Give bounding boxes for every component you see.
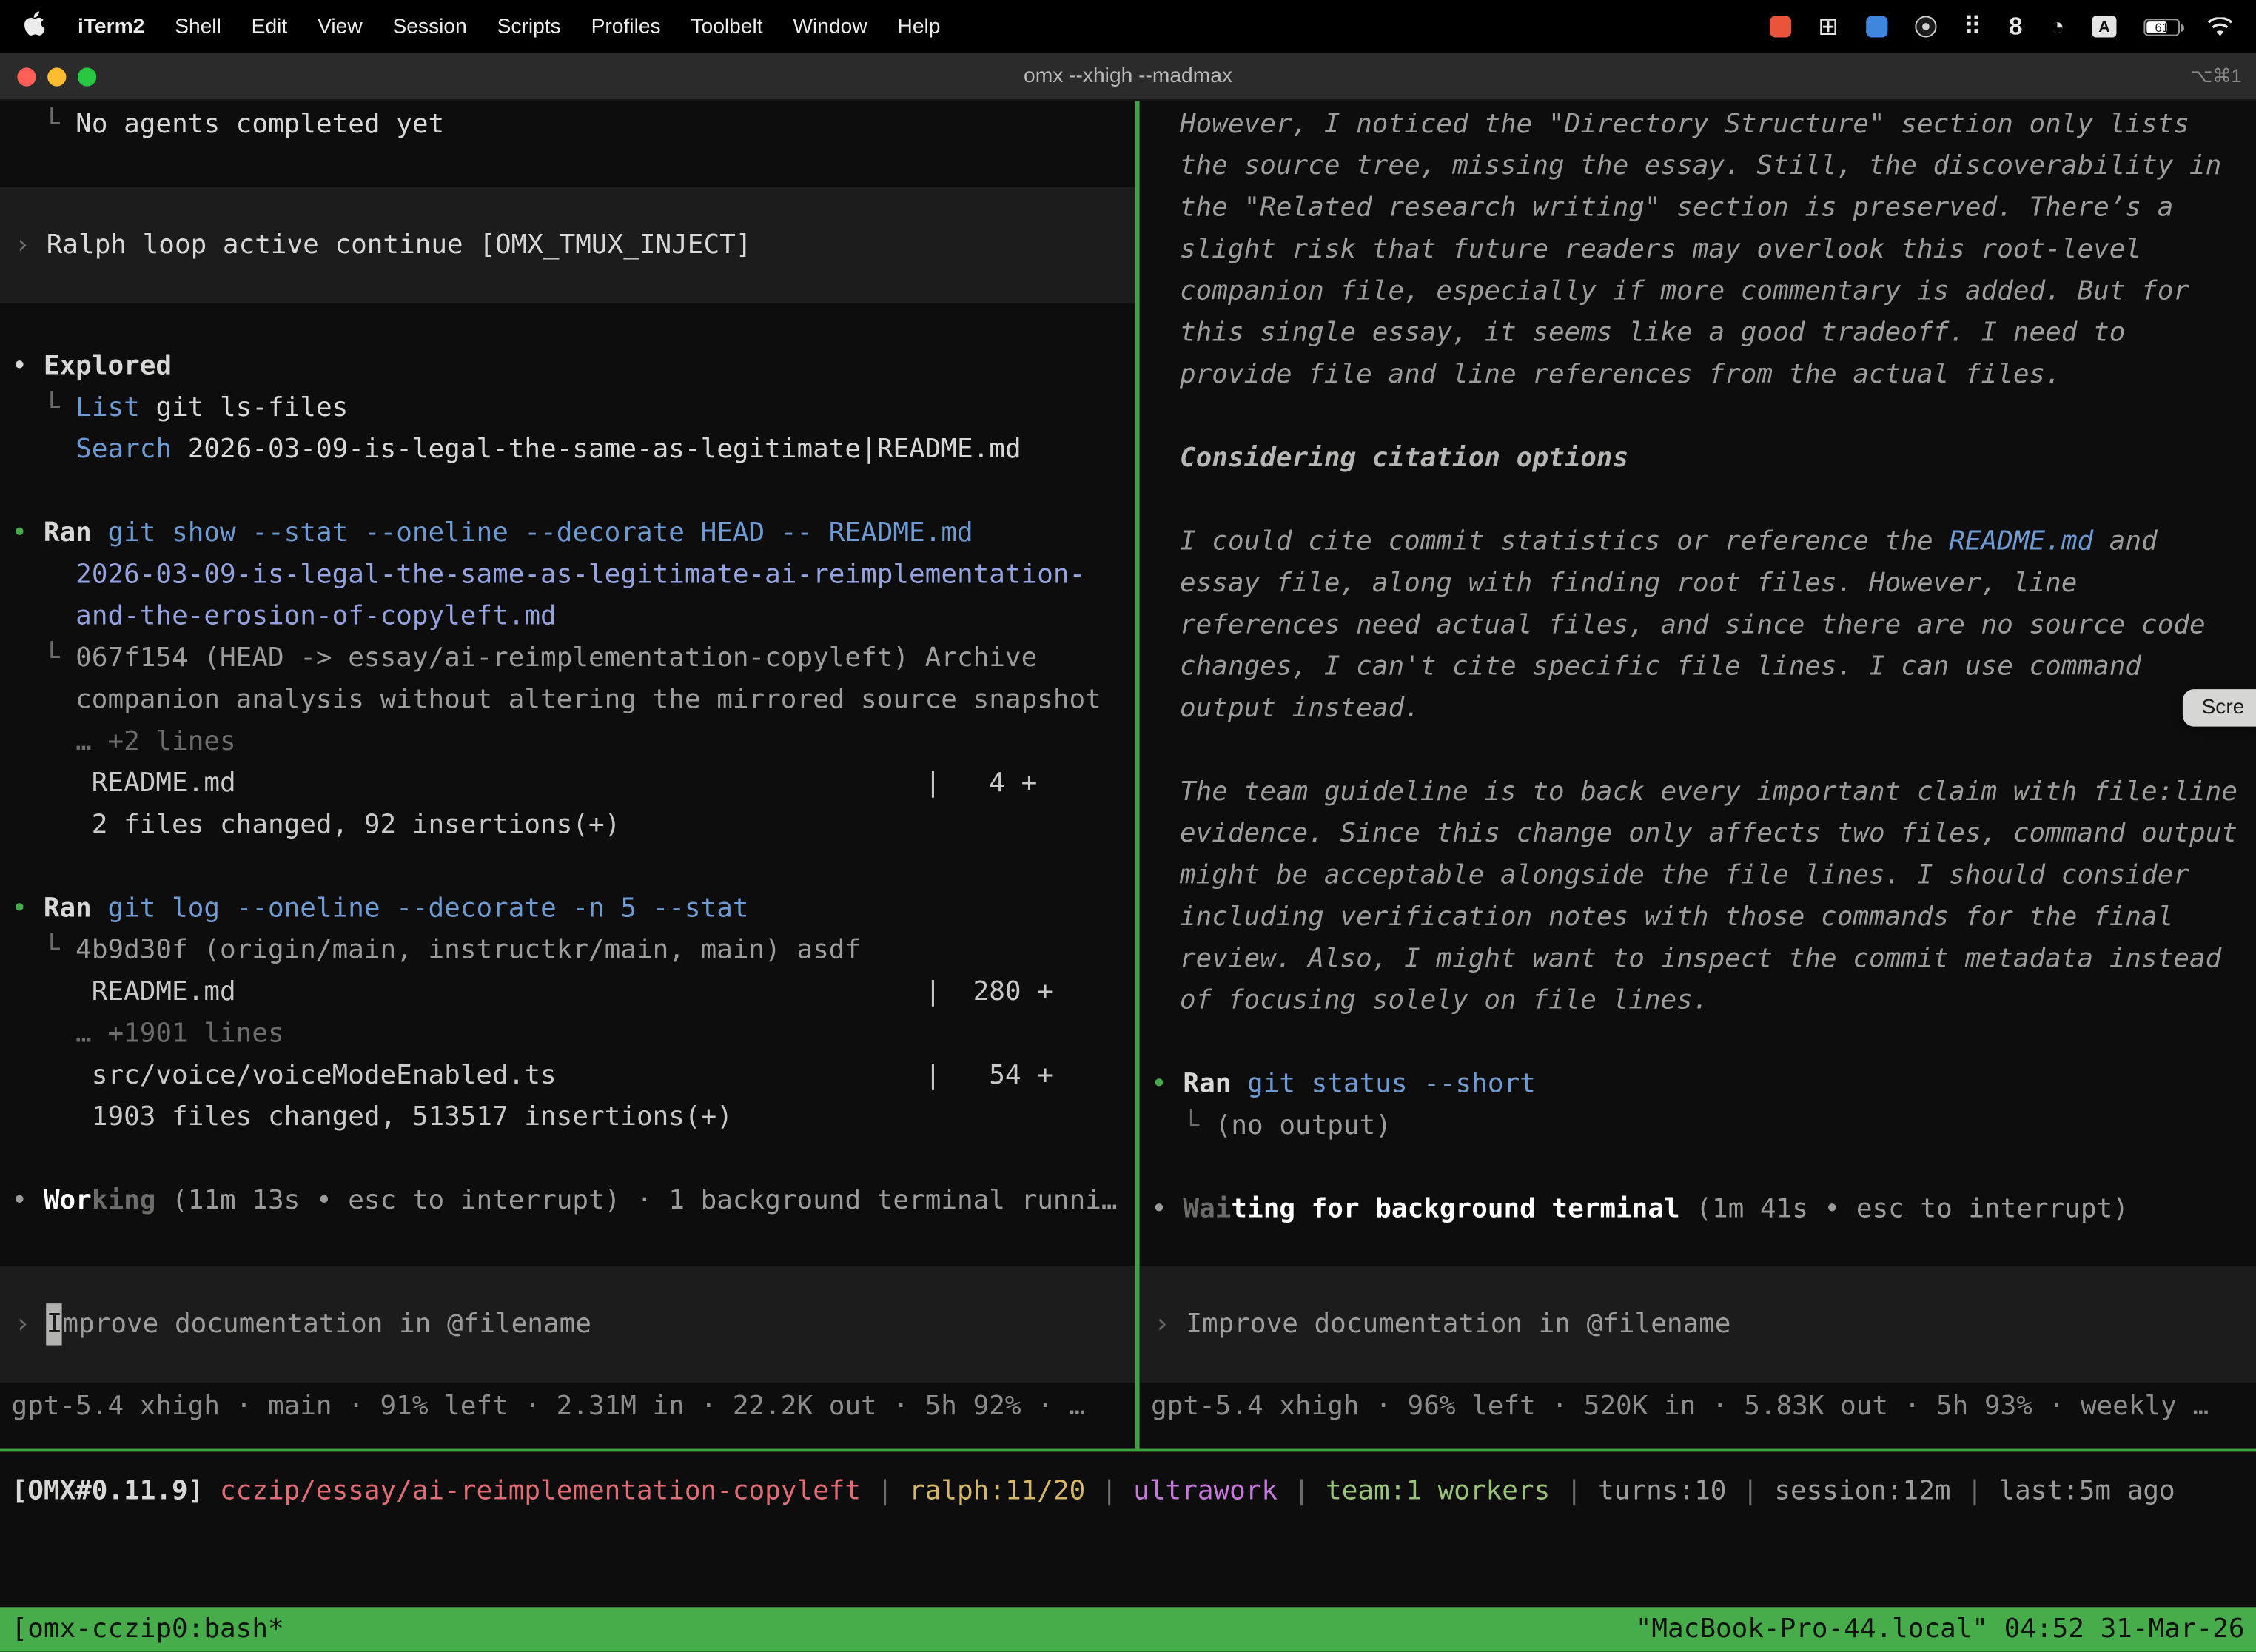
reasoning-heading: Considering citation options <box>1180 437 2242 479</box>
tmux-host-clock: "MacBook-Pro-44.local" 04:52 31-Mar-26 <box>1636 1608 2245 1650</box>
menu-view[interactable]: View <box>318 15 363 38</box>
blank-line <box>0 1138 1135 1180</box>
input-source-icon[interactable]: A <box>2092 16 2116 37</box>
right-scrollback: However, I noticed the "Directory Struct… <box>1140 101 2256 1230</box>
blank-line <box>0 303 1135 345</box>
menu-iterm2[interactable]: iTerm2 <box>78 15 144 38</box>
menu-edit[interactable]: Edit <box>252 15 288 38</box>
terminal-line: 1903 files changed, 513517 insertions(+) <box>0 1096 1135 1138</box>
screen-recording-icon[interactable] <box>1769 16 1790 37</box>
screen: iTerm2 Shell Edit View Session Scripts P… <box>0 0 2256 1652</box>
right-status-line: gpt-5.4 xhigh · 96% left · 520K in · 5.8… <box>1140 1386 2256 1427</box>
terminal-line: 2026-03-09-is-legal-the-same-as-legitima… <box>0 554 1135 595</box>
terminal-line: and-the-erosion-of-copyleft.md <box>0 596 1135 637</box>
terminal-empty-space <box>0 1512 2256 1607</box>
left-pane[interactable]: └ No agents completed yet › Ralph loop a… <box>0 101 1135 1448</box>
terminal-line: └ No agents completed yet <box>0 104 1135 145</box>
terminal-line: • Ran git show --stat --oneline --decora… <box>0 512 1135 554</box>
keyboard-app-icon[interactable]: 8 <box>2009 13 2022 41</box>
macos-menu-bar: iTerm2 Shell Edit View Session Scripts P… <box>0 0 2256 53</box>
disc-dot <box>1922 23 1930 30</box>
battery-icon[interactable]: 61 <box>2143 18 2180 35</box>
terminal-line: • Ran git log --oneline --decorate -n 5 … <box>0 887 1135 929</box>
battery-percent: 61 <box>2145 19 2178 33</box>
blank-line <box>1140 1146 2256 1188</box>
tmux-session-label: [omx-cczip0:bash* <box>12 1608 284 1650</box>
terminal-line: src/voice/voiceModeEnabled.ts | 54 + <box>0 1055 1135 1096</box>
input-text: Improve documentation in @filename <box>1186 1303 1730 1345</box>
terminal-line: companion analysis without altering the … <box>0 679 1135 721</box>
left-scrollback: └ No agents completed yet › Ralph loop a… <box>0 101 1135 1221</box>
menu-profiles[interactable]: Profiles <box>591 15 661 38</box>
terminal-line: • Explored <box>0 346 1135 387</box>
traffic-lights <box>0 67 96 85</box>
menu-help[interactable]: Help <box>898 15 941 38</box>
prompt-icon: › <box>1154 1303 1186 1345</box>
text-cursor: I <box>47 1303 63 1345</box>
blank-line <box>0 471 1135 512</box>
wifi-icon[interactable] <box>2207 16 2233 36</box>
terminal-line: • Waiting for background terminal (1m 41… <box>1140 1189 2256 1230</box>
window-grid-icon[interactable]: ⊞ <box>1818 13 1839 41</box>
terminal-line: Search 2026-03-09-is-legal-the-same-as-l… <box>0 429 1135 470</box>
terminal: └ No agents completed yet › Ralph loop a… <box>0 101 2256 1652</box>
tmux-panes: └ No agents completed yet › Ralph loop a… <box>0 101 2256 1448</box>
readme-link: README.md <box>1949 526 2093 557</box>
tmux-status-bar: [omx-cczip0:bash* "MacBook-Pro-44.local"… <box>0 1607 2256 1651</box>
terminal-line: └ List git ls-files <box>0 387 1135 429</box>
omx-status-row: [OMX#0.11.9] cczip/essay/ai-reimplementa… <box>0 1451 2256 1512</box>
terminal-line: └ 4b9d30f (origin/main, instructkr/main,… <box>0 930 1135 971</box>
apple-menu[interactable] <box>23 12 44 42</box>
blank-line <box>0 846 1135 887</box>
input-text: mprove documentation in @filename <box>62 1303 591 1345</box>
terminal-line: • Working (11m 13s • esc to interrupt) ·… <box>0 1180 1135 1221</box>
window-title-bar: omx --xhigh --madmax ⌥⌘1 <box>0 53 2256 101</box>
terminal-line: 2 files changed, 92 insertions(+) <box>0 805 1135 846</box>
left-input-box[interactable]: › Improve documentation in @filename <box>0 1266 1135 1383</box>
zoom-button[interactable] <box>78 67 96 85</box>
ralph-inject-box[interactable]: › Ralph loop active continue [OMX_TMUX_I… <box>0 187 1135 303</box>
right-input-box[interactable]: › Improve documentation in @filename <box>1140 1266 2256 1383</box>
window-shortcut: ⌥⌘1 <box>2191 64 2256 87</box>
apple-icon <box>23 12 44 42</box>
blank-line <box>0 145 1135 187</box>
disc-app-icon[interactable] <box>1915 16 1936 37</box>
menu-toolbelt[interactable]: Toolbelt <box>691 15 762 38</box>
gauge-icon[interactable]: ◔ <box>2050 13 2065 41</box>
terminal-line: README.md | 4 + <box>0 762 1135 804</box>
terminal-line: … +2 lines <box>0 721 1135 762</box>
reasoning-paragraph: I could cite commit statistics or refere… <box>1180 521 2242 730</box>
left-status-line: gpt-5.4 xhigh · main · 91% left · 2.31M … <box>0 1386 1135 1427</box>
reasoning-text: I could cite commit statistics or refere… <box>1180 526 1949 557</box>
terminal-line: └ 067f154 (HEAD -> essay/ai-reimplementa… <box>0 637 1135 679</box>
terminal-line: README.md | 280 + <box>0 971 1135 1013</box>
blue-app-icon[interactable] <box>1866 16 1887 37</box>
menu-session[interactable]: Session <box>393 15 467 38</box>
omx-status-line: [OMX#0.11.9] cczip/essay/ai-reimplementa… <box>0 1471 2256 1512</box>
menu-shell[interactable]: Shell <box>175 15 221 38</box>
terminal-line: └ (no output) <box>1140 1105 2256 1146</box>
terminal-line: … +1901 lines <box>0 1013 1135 1055</box>
minimize-button[interactable] <box>47 67 66 85</box>
screen-sharing-overlay[interactable]: Scre <box>2183 689 2256 727</box>
menu-status-icons: ⊞ ⠿ 8 ◔ A 61 <box>1769 13 2233 41</box>
menu-window[interactable]: Window <box>793 15 867 38</box>
prompt-icon: › <box>14 1303 46 1345</box>
right-pane[interactable]: However, I noticed the "Directory Struct… <box>1140 101 2256 1448</box>
right-command-lines: • Ran git status --short └ (no output) •… <box>1140 1064 2256 1230</box>
reasoning-paragraph: However, I noticed the "Directory Struct… <box>1180 104 2242 396</box>
window-title: omx --xhigh --madmax <box>0 64 2256 87</box>
menu-scripts[interactable]: Scripts <box>497 15 561 38</box>
apps-grid-icon[interactable]: ⠿ <box>1964 13 1981 41</box>
menu-items: iTerm2 Shell Edit View Session Scripts P… <box>23 12 940 42</box>
reasoning-paragraph: The team guideline is to back every impo… <box>1180 771 2242 1021</box>
terminal-line: • Ran git status --short <box>1140 1064 2256 1105</box>
close-button[interactable] <box>17 67 36 85</box>
